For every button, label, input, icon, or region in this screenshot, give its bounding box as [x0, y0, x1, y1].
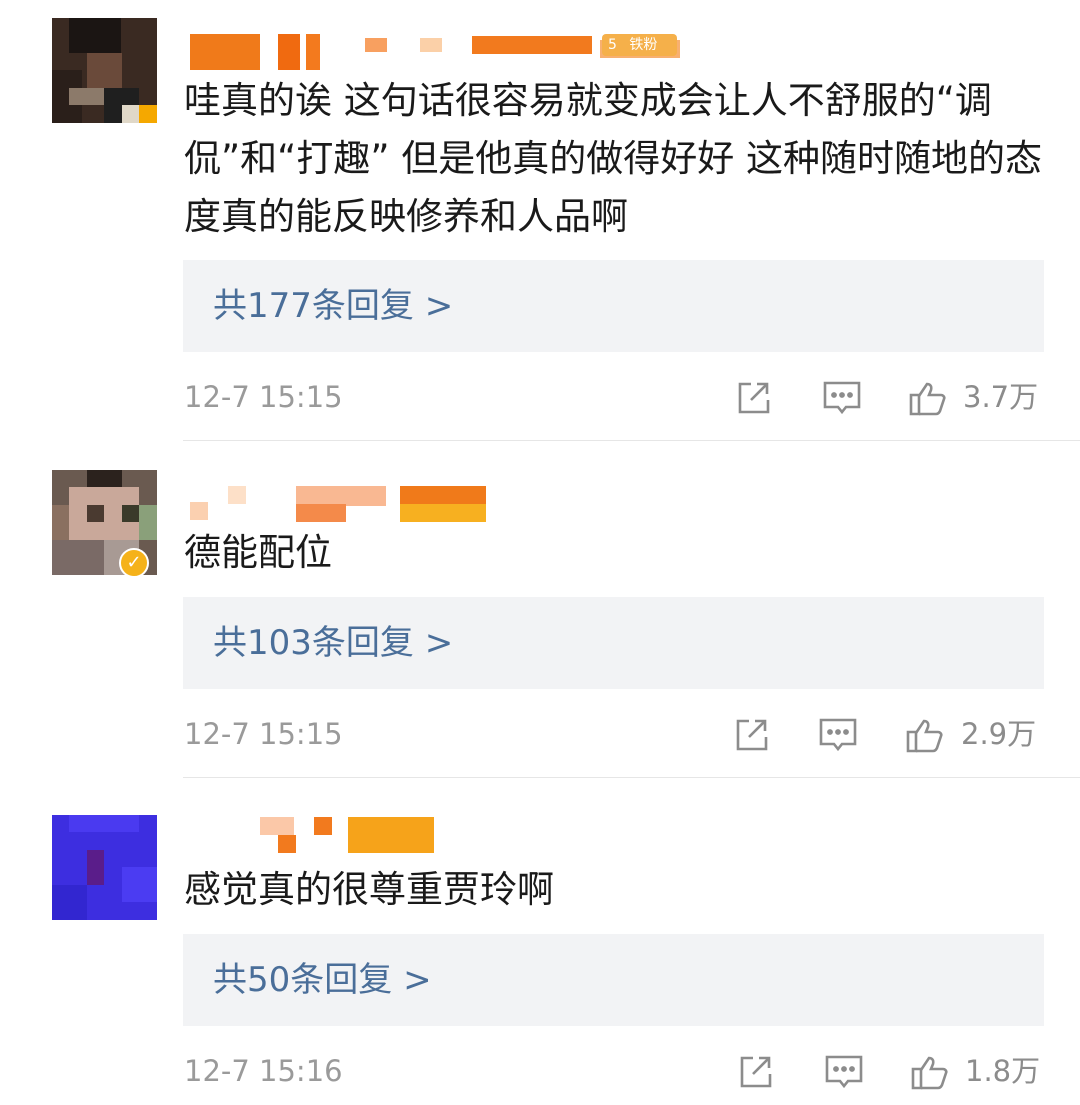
- view-replies-button[interactable]: 共177条回复 >: [183, 260, 1044, 352]
- fan-badge: 5 铁粉: [602, 34, 677, 56]
- avatar[interactable]: [52, 18, 157, 123]
- view-replies-button[interactable]: 共103条回复 >: [183, 597, 1044, 689]
- comment-text: 德能配位: [184, 531, 332, 574]
- comment-meta: 12-7 15:15 2.9万: [0, 709, 1080, 759]
- comment-meta: 12-7 15:16 1.8万: [0, 1046, 1080, 1096]
- comment-meta: 12-7 15:15 3.7万: [0, 372, 1080, 422]
- share-icon[interactable]: [731, 715, 771, 755]
- fan-badge-label: 铁粉: [629, 37, 658, 53]
- thumbs-up-icon[interactable]: [905, 715, 945, 755]
- comment-icon[interactable]: [818, 715, 858, 755]
- fan-badge-level: 5: [608, 37, 617, 53]
- comment-text: 感觉真的很尊重贾玲啊: [184, 868, 554, 911]
- comment-time: 12-7 15:16: [184, 1054, 343, 1088]
- comment-icon[interactable]: [822, 378, 862, 418]
- thumbs-up-icon[interactable]: [908, 378, 948, 418]
- thumbs-up-icon[interactable]: [910, 1052, 950, 1092]
- share-icon[interactable]: [735, 1052, 775, 1092]
- share-icon[interactable]: [733, 378, 773, 418]
- like-count: 2.9万: [961, 717, 1037, 751]
- comment-time: 12-7 15:15: [184, 717, 343, 751]
- view-replies-button[interactable]: 共50条回复 >: [183, 934, 1044, 1026]
- verified-badge-icon: ✓: [119, 548, 149, 578]
- username-blurred[interactable]: [190, 484, 490, 524]
- like-count: 1.8万: [965, 1054, 1041, 1088]
- comment-text: 哇真的诶 这句话很容易就变成会让人不舒服的“调侃”和“打趣” 但是他真的做得好好…: [184, 79, 1043, 238]
- username-blurred[interactable]: [190, 815, 450, 855]
- comment-icon[interactable]: [824, 1052, 864, 1092]
- divider: [183, 440, 1080, 441]
- like-count: 3.7万: [963, 380, 1039, 414]
- divider: [183, 777, 1080, 778]
- avatar[interactable]: [52, 815, 157, 920]
- comment-time: 12-7 15:15: [184, 380, 343, 414]
